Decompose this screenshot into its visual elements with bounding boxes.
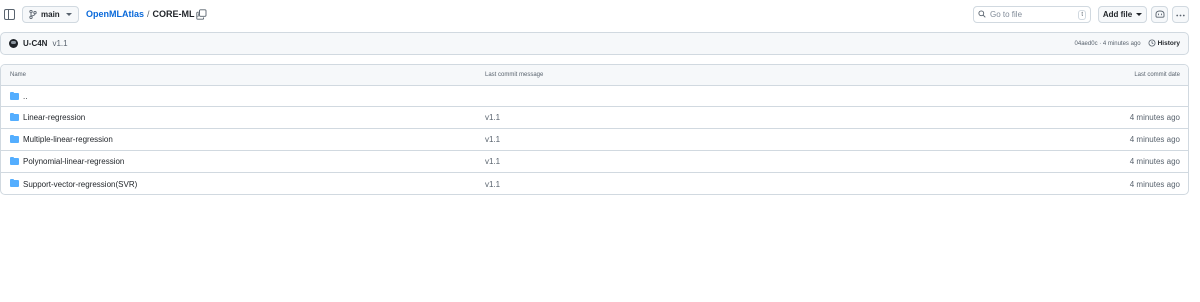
copilot-icon: [1155, 10, 1165, 20]
breadcrumb-current-folder: CORE-ML: [152, 9, 195, 19]
table-row[interactable]: Linear-regression v1.1 4 minutes ago: [1, 107, 1188, 129]
sidebar-toggle-icon[interactable]: [4, 9, 15, 20]
column-header-date: Last commit date: [1134, 72, 1180, 78]
chevron-down-icon: [66, 13, 72, 16]
add-file-label: Add file: [1102, 10, 1133, 19]
commit-date: 4 minutes ago: [1129, 135, 1180, 144]
commit-message-link[interactable]: v1.1: [485, 113, 500, 122]
column-header-name: Name: [10, 72, 27, 78]
commit-message-link[interactable]: v1.1: [52, 39, 67, 48]
search-input[interactable]: [990, 10, 1070, 19]
kebab-horizontal-icon: [1176, 10, 1185, 19]
folder-name-link[interactable]: Support-vector-regression(SVR): [23, 180, 137, 189]
commit-meta: 04aed0c · 4 minutes ago History: [1075, 39, 1180, 49]
column-header-message: Last commit message: [485, 72, 544, 78]
chevron-down-icon: [1136, 13, 1143, 16]
table-row[interactable]: Polynomial-linear-regression v1.1 4 minu…: [1, 151, 1188, 173]
folder-name-link[interactable]: Multiple-linear-regression: [23, 135, 113, 144]
latest-commit-bar: U-C4N v1.1 04aed0c · 4 minutes ago Histo…: [0, 32, 1189, 55]
table-row[interactable]: Support-vector-regression(SVR) v1.1 4 mi…: [1, 173, 1188, 194]
folder-icon: [10, 135, 19, 143]
copilot-button[interactable]: [1151, 6, 1168, 23]
go-to-file-search[interactable]: t: [973, 6, 1091, 23]
commit-message-link[interactable]: v1.1: [485, 135, 500, 144]
history-icon: [1148, 39, 1156, 49]
breadcrumb: OpenMLAtlas / CORE-ML /: [86, 9, 200, 19]
add-file-button[interactable]: Add file: [1098, 6, 1147, 23]
branch-label: main: [41, 10, 60, 19]
parent-directory-row[interactable]: ..: [1, 86, 1188, 107]
parent-directory-link[interactable]: ..: [23, 92, 27, 101]
folder-icon: [10, 179, 19, 187]
table-header: Name Last commit message Last commit dat…: [1, 65, 1188, 86]
commit-message-link[interactable]: v1.1: [485, 157, 500, 166]
breadcrumb-separator: /: [147, 9, 150, 19]
commit-author-link[interactable]: U-C4N: [23, 39, 47, 48]
search-icon: [978, 9, 986, 20]
avatar[interactable]: [9, 39, 18, 48]
top-bar: main OpenMLAtlas / CORE-ML / t Add file: [0, 0, 1200, 30]
commit-date: 4 minutes ago: [1129, 113, 1180, 122]
history-label: History: [1157, 40, 1180, 47]
file-table: Name Last commit message Last commit dat…: [0, 64, 1189, 195]
commit-date: 4 minutes ago: [1129, 157, 1180, 166]
table-row[interactable]: Multiple-linear-regression v1.1 4 minute…: [1, 129, 1188, 151]
folder-icon: [10, 92, 19, 100]
history-link[interactable]: History: [1148, 39, 1180, 49]
git-branch-icon: [29, 10, 37, 19]
copy-path-icon[interactable]: [196, 9, 207, 20]
breadcrumb-repo-link[interactable]: OpenMLAtlas: [86, 9, 144, 19]
folder-icon: [10, 157, 19, 165]
more-options-button[interactable]: [1172, 6, 1189, 23]
keyboard-shortcut-hint: t: [1078, 9, 1086, 20]
folder-name-link[interactable]: Linear-regression: [23, 113, 85, 122]
commit-hash-and-time[interactable]: 04aed0c · 4 minutes ago: [1075, 41, 1141, 47]
commit-date: 4 minutes ago: [1129, 179, 1180, 189]
folder-name-link[interactable]: Polynomial-linear-regression: [23, 157, 124, 166]
folder-icon: [10, 113, 19, 121]
commit-message-link[interactable]: v1.1: [485, 180, 500, 189]
branch-selector-button[interactable]: main: [22, 6, 79, 23]
